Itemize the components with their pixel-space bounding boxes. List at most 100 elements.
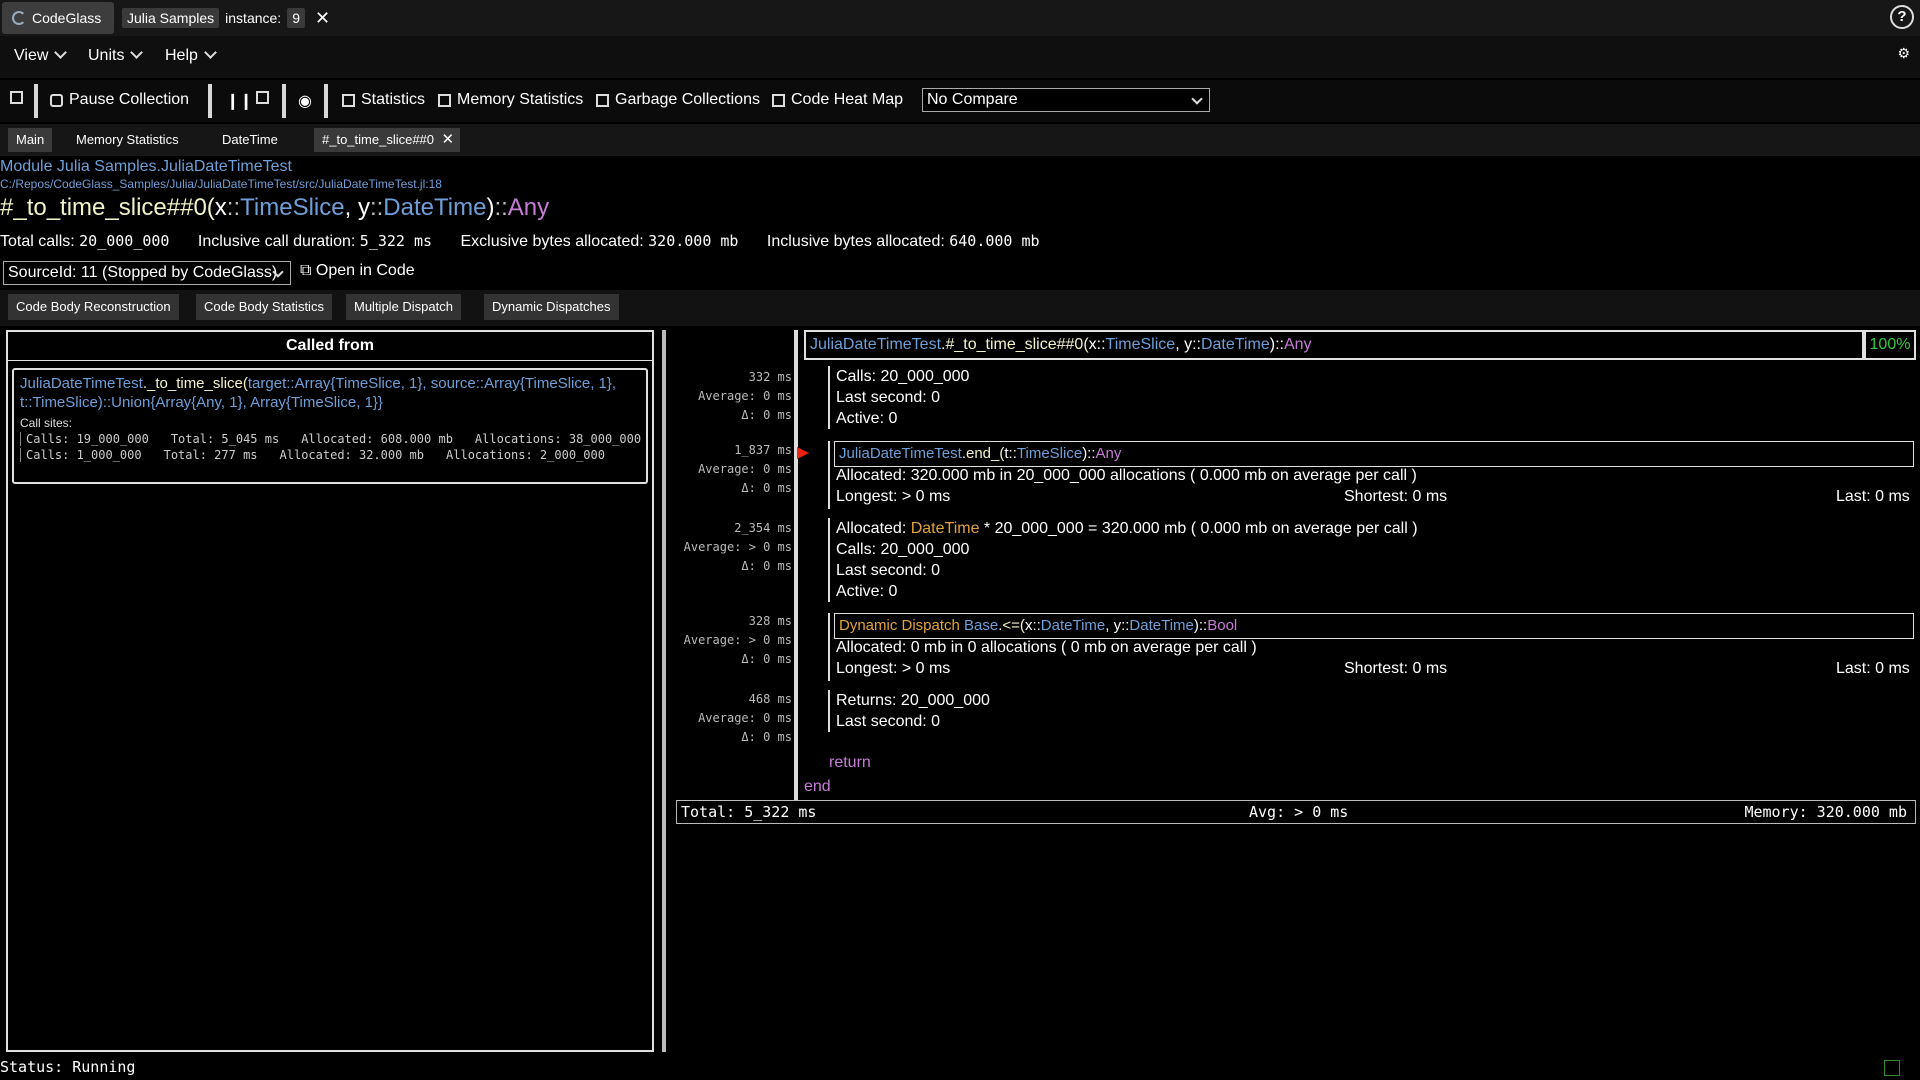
incl-duration-value: 5_322 ms	[359, 232, 433, 250]
help-icon[interactable]: ?	[1890, 5, 1914, 29]
b1-active: Active: 0	[836, 410, 898, 427]
gutter-time: 468 ms	[748, 692, 792, 706]
module-breadcrumb[interactable]: Module Julia Samples.JuliaDateTimeTest	[0, 158, 292, 176]
toolbar-separator	[208, 84, 212, 118]
pause-collection-button[interactable]: Pause Collection	[50, 91, 189, 109]
call-end-box[interactable]: JuliaDateTimeTest.end_(t::TimeSlice)::An…	[834, 441, 1914, 467]
gutter-delta: Δ: 0 ms	[741, 481, 792, 495]
caller-signature[interactable]: JuliaDateTimeTest._to_time_slice(target:…	[20, 374, 640, 412]
close-tab-icon[interactable]: ✕	[441, 128, 454, 152]
hdr-close: )::	[1269, 336, 1284, 353]
block-allocation-stats: Allocated: DateTime * 20_000_000 = 320.0…	[828, 518, 1418, 602]
hdr-p1: x::	[1088, 336, 1106, 353]
b1-calls: Calls: 20_000_000	[836, 368, 970, 385]
code-heat-map-label: Code Heat Map	[791, 91, 904, 108]
garbage-collections-button[interactable]: Garbage Collections	[596, 91, 760, 109]
call-site-calls: Calls: 1_000_000	[26, 448, 142, 462]
gutter-time: 332 ms	[748, 370, 792, 384]
b5-last-second: Last second: 0	[836, 713, 941, 730]
excl-bytes-value: 320.000 mb	[648, 232, 739, 250]
total-calls-label: Total calls:	[0, 233, 75, 250]
stop-button[interactable]	[256, 91, 269, 104]
module-prefix: Module Julia Samples.	[0, 158, 161, 175]
b4-shortest: Shortest: 0 ms	[1344, 660, 1448, 677]
b3-alloc-pre: Allocated:	[836, 520, 911, 537]
sig-t1: TimeSlice	[240, 194, 345, 221]
menu-units[interactable]: Units	[88, 46, 144, 65]
call-site-total: Total: 5_045 ms	[170, 432, 280, 446]
totals-total: Total: 5_322 ms	[681, 803, 817, 821]
call-site-allocated: Allocated: 32.000 mb	[279, 448, 425, 462]
toolbar-separator	[34, 84, 38, 118]
dynamic-dispatch-box[interactable]: Dynamic Dispatch Base.<=(x::DateTime, y:…	[834, 613, 1914, 639]
chevron-down-icon	[204, 46, 217, 59]
app-tab[interactable]: CodeGlass	[2, 2, 114, 34]
menu-view-label: View	[14, 47, 49, 64]
menu-help[interactable]: Help	[165, 46, 217, 65]
settings-gear-icon[interactable]: ⚙	[1897, 45, 1910, 62]
called-from-title: Called from	[8, 332, 652, 361]
toolbar-separator	[282, 84, 286, 118]
toolbar-separator	[324, 84, 328, 118]
b3-alloc-type: DateTime	[910, 520, 980, 537]
sample-tab[interactable]: Julia Samples instance: 9 ✕	[122, 2, 330, 34]
b3-last-second: Last second: 0	[836, 562, 941, 579]
tab-dynamic-dispatches[interactable]: Dynamic Dispatches	[484, 294, 619, 320]
tab-memory-statistics[interactable]: Memory Statistics	[68, 128, 187, 152]
call-site-row[interactable]: Calls: 1_000_000 Total: 277 ms Allocated: …	[20, 448, 640, 462]
tab-to-time-slice-label: #_to_time_slice##0	[322, 132, 435, 147]
memory-icon	[438, 93, 451, 107]
block-entry-stats: Calls: 20_000_000 Last second: 0 Active:…	[828, 366, 969, 429]
tab-datetime[interactable]: DateTime	[214, 128, 286, 152]
open-in-code-label: Open in Code	[315, 262, 415, 279]
source-id-select[interactable]: SourceId: 11 (Stopped by CodeGlass)	[3, 261, 291, 285]
sig-name: #_to_time_slice##0(	[0, 194, 215, 221]
panel-splitter[interactable]	[662, 330, 666, 1052]
gutter-delta: Δ: 0 ms	[741, 730, 792, 744]
record-button[interactable]: ◉	[298, 91, 312, 111]
call-param: t::	[1004, 445, 1017, 462]
current-line-marker-icon	[797, 447, 809, 459]
check-icon	[1884, 1060, 1900, 1076]
call-sites-label: Call sites:	[20, 416, 73, 430]
b4-last: Last: 0 ms	[1836, 660, 1910, 677]
code-body-header[interactable]: JuliaDateTimeTest.#_to_time_slice##0(x::…	[804, 330, 1864, 360]
title-bar: CodeGlass Julia Samples instance: 9 ✕ ?	[0, 0, 1920, 36]
menu-help-label: Help	[165, 47, 198, 64]
dd-t1: DateTime	[1040, 617, 1106, 634]
gutter-average: Average: 0 ms	[698, 462, 792, 476]
call-site-allocations: Allocations: 38_000_000	[474, 432, 642, 446]
gutter-delta: Δ: 0 ms	[741, 652, 792, 666]
file-path-link[interactable]: C:/Repos/CodeGlass_Samples/Julia/JuliaDa…	[0, 177, 442, 191]
tab-to-time-slice[interactable]: #_to_time_slice##0 ✕	[314, 128, 461, 152]
status-text: Status: Running	[0, 1058, 136, 1076]
tab-main[interactable]: Main	[8, 128, 53, 152]
chevron-down-icon	[54, 46, 68, 59]
instance-value: 9	[287, 8, 305, 28]
incl-bytes-label: Inclusive bytes allocated:	[766, 233, 945, 250]
menu-view[interactable]: View	[14, 46, 68, 65]
memory-statistics-button[interactable]: Memory Statistics	[438, 91, 583, 109]
caller-entry[interactable]: JuliaDateTimeTest._to_time_slice(target:…	[12, 368, 648, 484]
call-site-row[interactable]: Calls: 19_000_000 Total: 5_045 ms Allocate…	[20, 432, 642, 446]
totals-bar: Total: 5_322 ms Avg: > 0 ms Memory: 320.…	[676, 800, 1916, 824]
call-site-total: Total: 277 ms	[163, 448, 258, 462]
tab-code-body-statistics[interactable]: Code Body Statistics	[196, 294, 332, 320]
open-in-code-button[interactable]: ⧉ Open in Code	[300, 262, 415, 280]
trash-icon	[596, 93, 609, 107]
sample-name: Julia Samples	[122, 8, 220, 28]
compare-select-value: No Compare	[927, 91, 1018, 108]
code-heat-map-button[interactable]: Code Heat Map	[772, 91, 903, 109]
tab-code-body-reconstruction[interactable]: Code Body Reconstruction	[8, 294, 179, 320]
call-ret: Any	[1095, 445, 1122, 462]
compare-select[interactable]: No Compare	[922, 88, 1210, 112]
gutter-time: 328 ms	[748, 614, 792, 628]
pause-button[interactable]: ❙❙	[226, 91, 253, 111]
close-sample-icon[interactable]: ✕	[315, 8, 330, 29]
app-name: CodeGlass	[32, 10, 102, 26]
save-icon[interactable]	[10, 91, 23, 104]
tab-multiple-dispatch[interactable]: Multiple Dispatch	[346, 294, 461, 320]
gutter-average: Average: > 0 ms	[683, 633, 792, 647]
b2-allocated: Allocated: 320.000 mb in 20_000_000 allo…	[836, 467, 1417, 484]
statistics-button[interactable]: Statistics	[342, 91, 425, 109]
